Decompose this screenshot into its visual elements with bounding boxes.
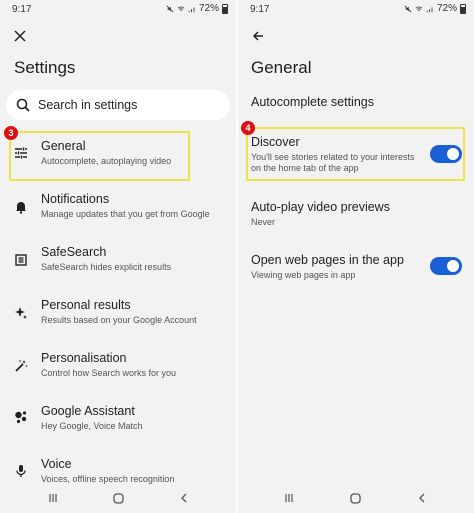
- home-icon: [349, 492, 361, 504]
- wifi-icon: [177, 6, 185, 11]
- status-time: 9:17: [12, 4, 32, 15]
- signal-icon: [188, 6, 195, 12]
- status-icons: 72%: [404, 3, 466, 14]
- magic-wand-icon: [15, 360, 28, 372]
- navigation-bar: [0, 483, 236, 513]
- general-settings-screen: 9:17 72% General Autocomplete settings D…: [238, 0, 474, 513]
- back-nav-button[interactable]: [177, 491, 191, 505]
- item-subtitle: Manage updates that you get from Google: [41, 209, 210, 219]
- status-time: 9:17: [250, 4, 270, 15]
- wifi-icon: [415, 6, 423, 11]
- search-label: Search in settings: [38, 98, 138, 112]
- recent-apps-button[interactable]: [282, 491, 296, 505]
- status-bar: 9:17 72%: [0, 0, 236, 20]
- bell-icon: [16, 202, 26, 214]
- setting-open-web-pages[interactable]: Open web pages in the app Viewing web pa…: [238, 251, 474, 287]
- assistant-icon: [15, 411, 27, 424]
- back-button[interactable]: [250, 28, 266, 44]
- item-subtitle: Control how Search works for you: [41, 368, 177, 378]
- open-web-pages-toggle[interactable]: [430, 257, 462, 275]
- mute-icon: [404, 5, 412, 12]
- close-button[interactable]: [12, 28, 28, 44]
- back-chevron-icon: [181, 493, 187, 503]
- toggle-knob: [447, 260, 459, 272]
- mute-icon: [166, 5, 174, 12]
- status-bar: 9:17 72%: [238, 0, 474, 20]
- home-icon: [112, 492, 124, 504]
- battery-icon: [222, 3, 228, 14]
- section-header: Autocomplete settings: [251, 95, 374, 109]
- safesearch-icon: [15, 254, 27, 266]
- item-title: Open web pages in the app: [251, 253, 404, 267]
- item-subtitle: Viewing web pages in app: [251, 270, 356, 280]
- settings-item-google-assistant[interactable]: Google Assistant Hey Google, Voice Match: [0, 402, 236, 452]
- highlight-box: [246, 127, 465, 181]
- microphone-icon: [16, 465, 26, 477]
- home-button[interactable]: [348, 491, 362, 505]
- back-arrow-icon: [252, 31, 263, 41]
- settings-item-personal-results[interactable]: Personal results Results based on your G…: [0, 296, 236, 346]
- item-subtitle: SafeSearch hides explicit results: [41, 262, 172, 272]
- page-title: General: [251, 58, 312, 77]
- item-subtitle: Never: [251, 217, 276, 227]
- navigation-bar: [238, 483, 474, 513]
- back-nav-button[interactable]: [415, 491, 429, 505]
- settings-item-notifications[interactable]: Notifications Manage updates that you ge…: [0, 190, 236, 240]
- step-badge: 3: [4, 126, 18, 140]
- battery-percent: 72%: [436, 3, 457, 14]
- home-button[interactable]: [111, 491, 125, 505]
- page-title: Settings: [14, 58, 76, 77]
- status-icons: 72%: [166, 3, 228, 14]
- item-title: Voice: [41, 457, 72, 471]
- recent-apps-button[interactable]: [46, 491, 60, 505]
- sparkle-icon: [15, 307, 27, 319]
- setting-autoplay-video[interactable]: Auto-play video previews Never: [238, 198, 474, 234]
- item-title: Personalisation: [41, 351, 127, 365]
- recent-apps-icon: [285, 494, 293, 502]
- item-title: SafeSearch: [41, 245, 107, 259]
- item-title: Personal results: [41, 298, 131, 312]
- item-title: Notifications: [41, 192, 110, 206]
- item-title: Google Assistant: [41, 404, 135, 418]
- close-icon: [14, 30, 26, 42]
- step-badge: 4: [241, 121, 255, 135]
- settings-screen: 9:17 72% Settings Search in settings Gen…: [0, 0, 236, 513]
- highlight-box: [9, 131, 190, 181]
- back-chevron-icon: [419, 493, 425, 503]
- search-input[interactable]: Search in settings: [6, 90, 230, 120]
- signal-icon: [426, 6, 433, 12]
- settings-item-voice[interactable]: Voice Voices, offline speech recognition: [0, 455, 236, 485]
- search-icon: [16, 98, 30, 112]
- item-title: Auto-play video previews: [251, 200, 390, 214]
- settings-item-safesearch[interactable]: SafeSearch SafeSearch hides explicit res…: [0, 243, 236, 293]
- settings-item-personalisation[interactable]: Personalisation Control how Search works…: [0, 349, 236, 399]
- battery-icon: [460, 3, 466, 14]
- battery-percent: 72%: [198, 3, 219, 14]
- recent-apps-icon: [49, 494, 57, 502]
- item-subtitle: Hey Google, Voice Match: [41, 421, 143, 431]
- item-subtitle: Results based on your Google Account: [41, 315, 197, 325]
